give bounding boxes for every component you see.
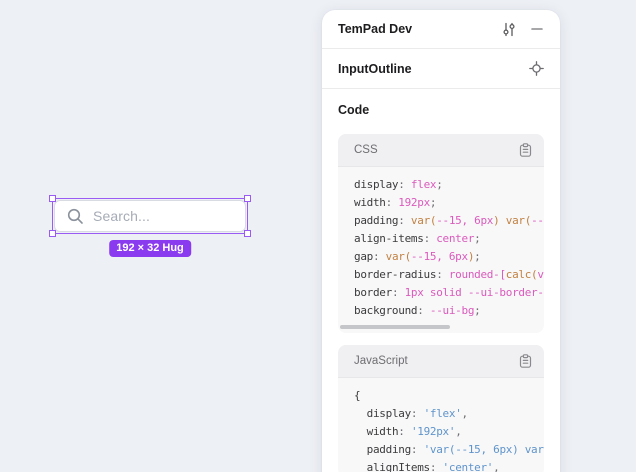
js-block-label: JavaScript (354, 355, 408, 367)
panel-header: TemPad Dev (322, 10, 560, 49)
selection-handle-bottom-right[interactable] (244, 230, 251, 237)
minus-icon (530, 22, 544, 36)
panel-title: TemPad Dev (338, 22, 412, 36)
component-name: InputOutline (338, 62, 412, 76)
js-code-block: JavaScript { display: 'flex', width: '19… (338, 345, 544, 472)
css-block-label: CSS (354, 144, 378, 156)
selection-handle-bottom-left[interactable] (49, 230, 56, 237)
sliders-icon (502, 22, 516, 37)
crosshair-icon (529, 61, 544, 76)
css-code: display: flex;width: 192px;padding: var(… (338, 167, 544, 333)
search-input-design[interactable]: Search... (54, 200, 246, 232)
clipboard-icon (519, 143, 532, 157)
copy-css-button[interactable] (519, 143, 532, 157)
code-section-title: Code (338, 103, 544, 117)
code-section: Code CSS display: flex;width: 192px;padd… (322, 89, 560, 472)
preferences-sliders-button[interactable] (502, 22, 516, 37)
size-badge: 192 × 32 Hug (109, 240, 191, 257)
js-code: { display: 'flex', width: '192px', paddi… (338, 378, 544, 472)
clipboard-icon (519, 354, 532, 368)
figma-canvas[interactable]: Search... 192 × 32 Hug TemPad Dev (0, 0, 636, 472)
search-placeholder: Search... (93, 208, 150, 224)
selection-handle-top-left[interactable] (49, 195, 56, 202)
locate-node-button[interactable] (529, 61, 544, 76)
selected-component[interactable]: Search... 192 × 32 Hug (54, 200, 246, 232)
horizontal-scrollbar[interactable] (340, 325, 450, 329)
selected-node-row: InputOutline (322, 49, 560, 89)
copy-js-button[interactable] (519, 354, 532, 368)
selection-handle-top-right[interactable] (244, 195, 251, 202)
search-icon (67, 208, 84, 225)
minimize-button[interactable] (530, 22, 544, 36)
css-code-block: CSS display: flex;width: 192px;padding: … (338, 134, 544, 333)
tempad-dev-panel: TemPad Dev InputOutline (322, 10, 560, 472)
